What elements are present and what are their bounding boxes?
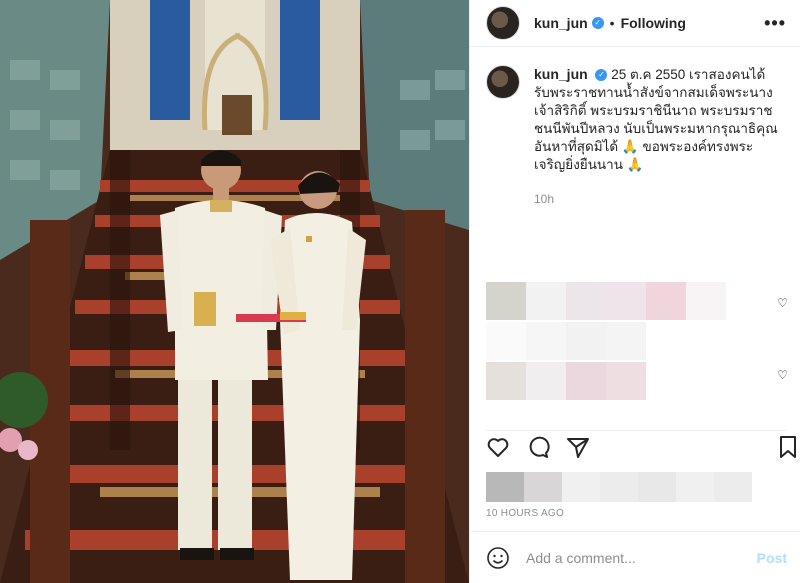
like-comment-heart-icon[interactable]: ♡	[777, 368, 788, 382]
share-paper-plane-icon[interactable]	[566, 435, 590, 459]
blurred-comment-row	[486, 282, 726, 320]
caption-body: kun_jun ✓ 25 ต.ค 2550 เราสองคนได้รับพระร…	[534, 65, 779, 208]
post-header: kun_jun ✓ • Following •••	[470, 0, 800, 47]
caption-text: 25 ต.ค 2550 เราสองคนได้รับพระราชทานน้ำสั…	[534, 67, 778, 172]
separator-dot: •	[609, 15, 615, 31]
caption-username-link[interactable]: kun_jun	[534, 66, 588, 82]
post-comment-button[interactable]: Post	[757, 550, 787, 566]
photo-illustration	[0, 0, 469, 583]
like-heart-icon[interactable]	[486, 435, 510, 459]
posted-time: 10 HOURS AGO	[486, 508, 565, 519]
save-bookmark-icon[interactable]	[776, 435, 800, 459]
like-comment-heart-icon[interactable]: ♡	[777, 296, 788, 310]
emoji-smiley-icon[interactable]	[486, 546, 510, 570]
caption-time: 10h	[534, 192, 555, 206]
comment-bar: Post	[470, 531, 800, 583]
blurred-comment-row	[486, 322, 646, 360]
blurred-comment-row	[486, 362, 646, 400]
caption: kun_jun ✓ 25 ต.ค 2550 เราสองคนได้รับพระร…	[470, 47, 800, 208]
following-button[interactable]: Following	[621, 15, 686, 31]
caption-verified-badge-icon: ✓	[595, 69, 608, 82]
post-photo[interactable]	[0, 0, 469, 583]
blurred-likes	[486, 472, 752, 502]
post-card: kun_jun ✓ • Following ••• kun_jun ✓ 25 ต…	[0, 0, 800, 583]
verified-badge-icon: ✓	[591, 17, 604, 29]
post-sidebar: kun_jun ✓ • Following ••• kun_jun ✓ 25 ต…	[469, 0, 800, 583]
caption-avatar[interactable]	[486, 65, 520, 99]
comment-bubble-icon[interactable]	[526, 435, 550, 459]
action-bar	[486, 430, 796, 463]
comment-input[interactable]	[524, 548, 757, 567]
avatar[interactable]	[486, 6, 520, 40]
more-options-icon[interactable]: •••	[764, 13, 786, 34]
username-link[interactable]: kun_jun	[534, 15, 588, 31]
